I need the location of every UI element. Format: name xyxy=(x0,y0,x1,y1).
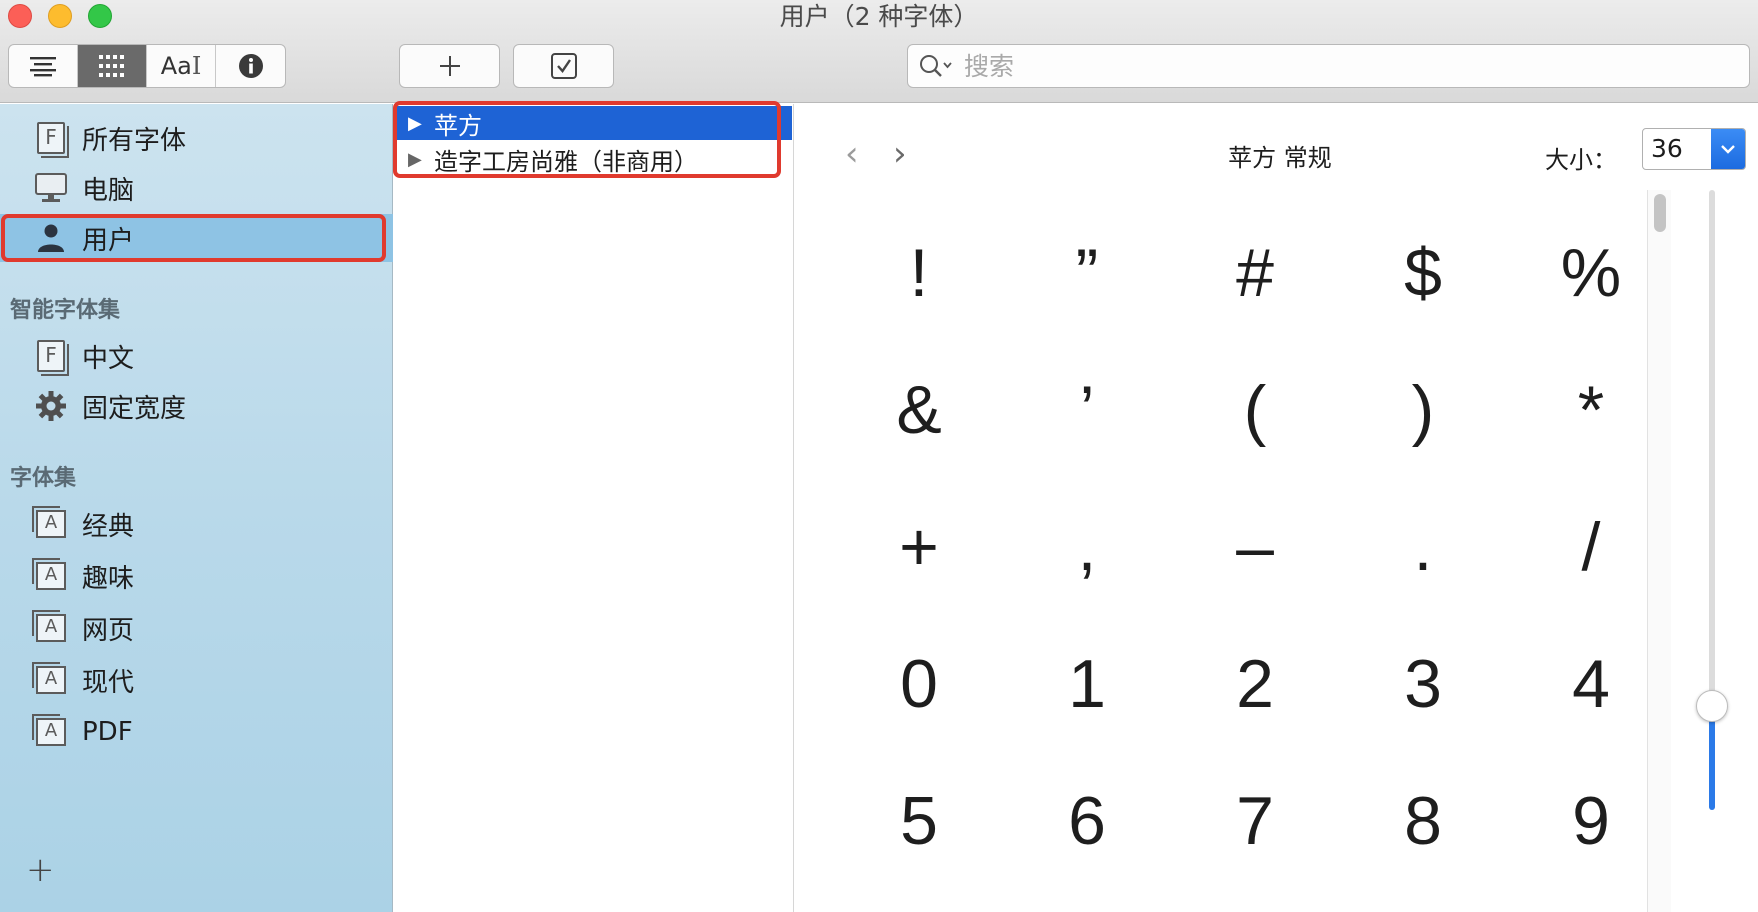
sidebar-item-chinese[interactable]: F 中文 xyxy=(0,332,393,380)
scrollbar-thumb[interactable] xyxy=(1654,194,1666,232)
plus-icon xyxy=(439,56,460,76)
glyph-cell[interactable]: – xyxy=(1171,478,1339,615)
glyph-cell[interactable]: 2 xyxy=(1171,615,1339,752)
chevron-down-icon xyxy=(1721,145,1735,154)
size-slider-fill xyxy=(1709,718,1715,810)
sidebar-item-label: 经典 xyxy=(82,511,135,542)
collection-icon: A xyxy=(32,558,68,593)
size-slider-knob[interactable] xyxy=(1696,690,1728,722)
info-icon xyxy=(238,54,263,78)
sidebar-item-label: 所有字体 xyxy=(82,125,187,156)
search-field[interactable] xyxy=(907,44,1750,88)
sample-text-button[interactable]: Aa I xyxy=(147,45,216,87)
glyph-cell[interactable]: 3 xyxy=(1339,615,1507,752)
glyph-cell[interactable]: # xyxy=(1171,204,1339,341)
glyph-cell[interactable]: $ xyxy=(1339,204,1507,341)
sidebar-item-label: 电脑 xyxy=(82,175,135,206)
sample-text-icon: Aa xyxy=(160,52,192,80)
grid-view-icon xyxy=(99,55,124,77)
search-input[interactable] xyxy=(964,51,1664,81)
text-cursor-icon: I xyxy=(191,52,202,80)
view-mode-segmented-control: Aa I xyxy=(8,44,286,88)
preview-scrollbar[interactable] xyxy=(1647,190,1671,912)
info-button[interactable] xyxy=(216,45,285,87)
window-toolbar: 用户（2 种字体） Aa I xyxy=(0,0,1758,103)
collection-icon: A xyxy=(32,610,68,645)
font-preview-pane: ‹ › 苹方 常规 大小： 36 !” # $% &’() * +, –./0 1 2 3 4 5 6 7… xyxy=(795,104,1758,912)
collection-icon: A xyxy=(32,662,68,697)
size-dropdown-button[interactable] xyxy=(1711,129,1745,169)
sidebar-item-pdf[interactable]: A PDF xyxy=(0,708,393,756)
size-value[interactable]: 36 xyxy=(1643,129,1711,169)
font-family-list: ▶ 苹方 ▶ 造字工房尚雅（非商用） xyxy=(393,101,794,912)
window-title: 用户（2 种字体） xyxy=(779,2,979,31)
sidebar-item-all-fonts[interactable]: F 所有字体 xyxy=(0,114,393,162)
sidebar-item-label: 固定宽度 xyxy=(82,393,187,424)
glyph-cell[interactable]: + xyxy=(835,478,1003,615)
computer-icon xyxy=(34,171,68,205)
collections-sidebar: F 所有字体 电脑 用户 智能字体集 F 中文 固定宽度 字体集 A 经典 A … xyxy=(0,104,393,912)
glyph-cell[interactable]: 1 xyxy=(1003,615,1171,752)
sidebar-item-label: 现代 xyxy=(82,667,135,698)
glyph-cell[interactable]: 0 xyxy=(835,615,1003,752)
glyph-cell[interactable]: ( xyxy=(1171,341,1339,478)
glyph-cell[interactable]: ’ xyxy=(1003,341,1171,478)
gear-icon xyxy=(34,389,68,423)
sidebar-item-classic[interactable]: A 经典 xyxy=(0,500,393,548)
collections-heading: 字体集 xyxy=(10,466,77,491)
glyph-cell[interactable]: ” xyxy=(1003,204,1171,341)
grid-view-button[interactable] xyxy=(78,45,147,87)
sidebar-item-web[interactable]: A 网页 xyxy=(0,604,393,652)
glyph-cell[interactable]: 8 xyxy=(1339,752,1507,889)
font-library-icon: F xyxy=(34,339,69,376)
glyph-cell[interactable]: ) xyxy=(1339,341,1507,478)
sidebar-item-label: PDF xyxy=(82,717,133,747)
glyph-cell[interactable]: . xyxy=(1339,478,1507,615)
list-view-icon xyxy=(30,57,56,77)
glyph-cell[interactable]: 6 xyxy=(1003,752,1171,889)
sidebar-item-computer[interactable]: 电脑 xyxy=(0,164,393,212)
glyph-cell[interactable]: 5 xyxy=(835,752,1003,889)
sidebar-item-label: 趣味 xyxy=(82,563,135,594)
validate-font-button[interactable] xyxy=(513,44,614,88)
glyph-cell[interactable]: & xyxy=(835,341,1003,478)
size-label: 大小： xyxy=(1545,146,1617,174)
glyph-grid: !” # $% &’() * +, –./0 1 2 3 4 5 6 7 8 9 xyxy=(835,204,1621,904)
search-icon xyxy=(920,55,952,77)
highlight-annotation-user xyxy=(1,214,386,262)
glyph-cell[interactable]: ! xyxy=(835,204,1003,341)
sidebar-item-label: 中文 xyxy=(82,343,135,374)
checkbox-icon xyxy=(550,53,577,79)
sidebar-item-modern[interactable]: A 现代 xyxy=(0,656,393,704)
collection-icon: A xyxy=(32,714,68,749)
collection-icon: A xyxy=(32,506,68,541)
sidebar-item-fun[interactable]: A 趣味 xyxy=(0,552,393,600)
font-library-icon: F xyxy=(34,121,69,158)
add-collection-button[interactable]: + xyxy=(26,850,55,890)
smart-collections-heading: 智能字体集 xyxy=(10,298,121,323)
glyph-cell[interactable]: , xyxy=(1003,478,1171,615)
size-combobox[interactable]: 36 xyxy=(1642,128,1746,170)
highlight-annotation-font-list xyxy=(393,101,781,178)
add-font-button[interactable] xyxy=(399,44,500,88)
glyph-cell[interactable]: 7 xyxy=(1171,752,1339,889)
sidebar-item-label: 网页 xyxy=(82,615,135,646)
list-view-button[interactable] xyxy=(9,45,78,87)
sidebar-item-fixed-width[interactable]: 固定宽度 xyxy=(0,382,393,430)
